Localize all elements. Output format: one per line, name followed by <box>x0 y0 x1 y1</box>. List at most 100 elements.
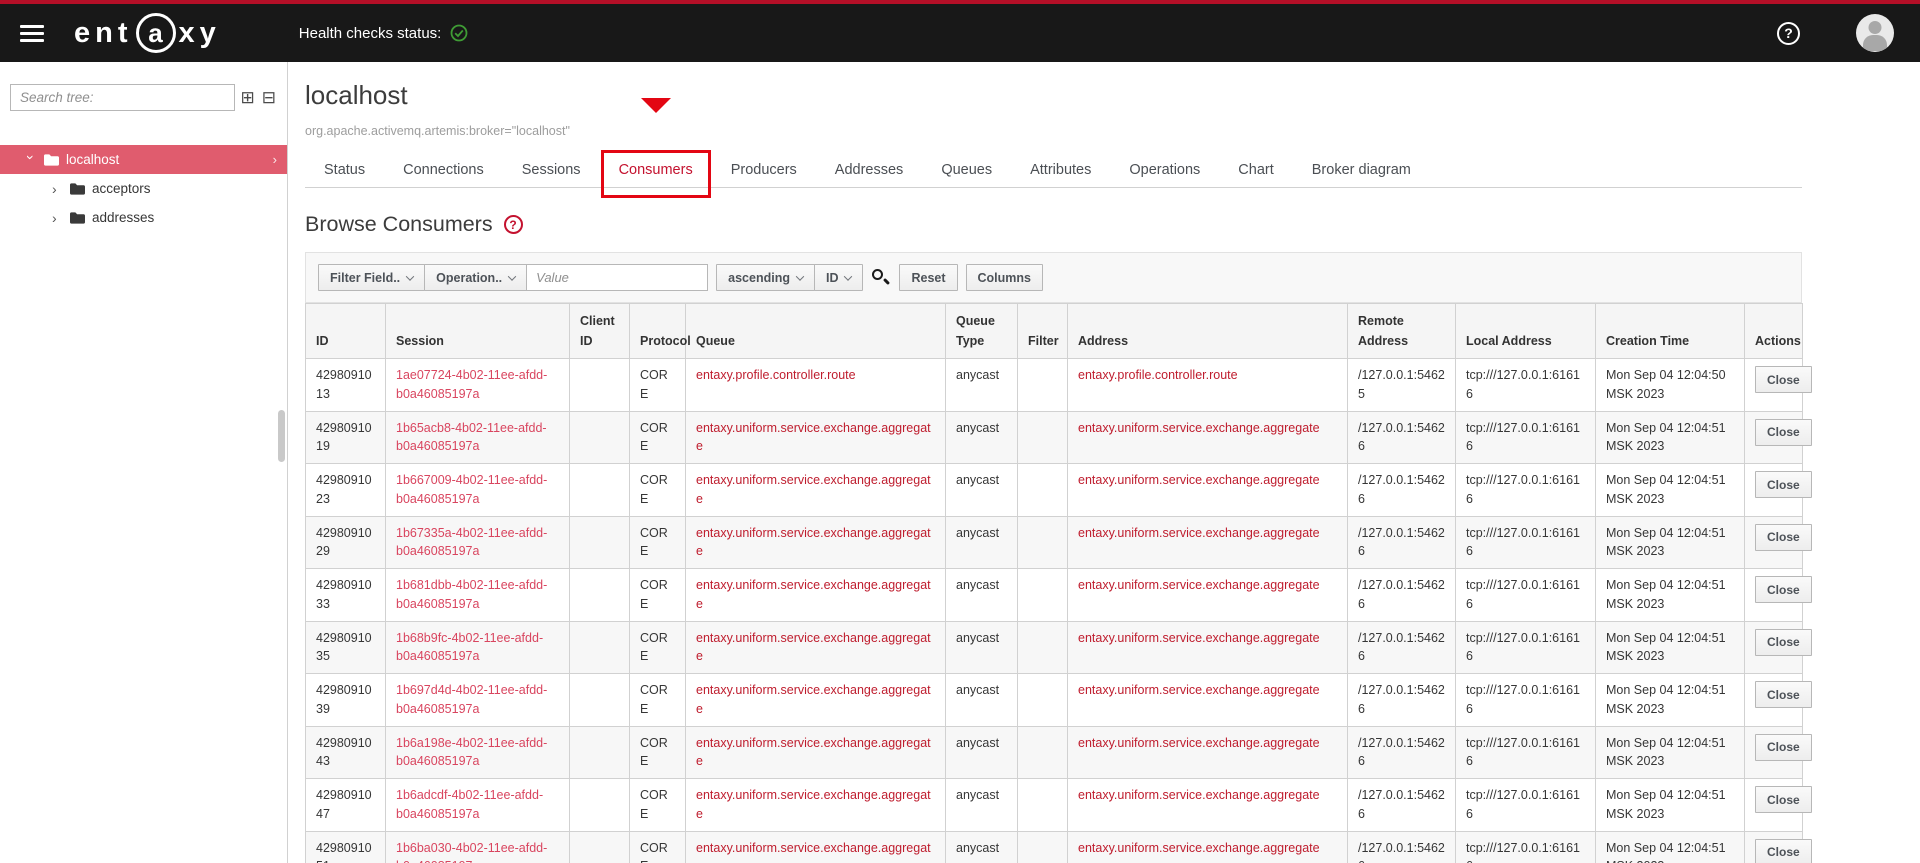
reset-button[interactable]: Reset <box>899 264 958 291</box>
address-link[interactable]: entaxy.uniform.service.exchange.aggregat… <box>1078 841 1320 855</box>
tree-node-acceptors[interactable]: › acceptors <box>0 174 287 203</box>
search-icon[interactable] <box>871 268 891 288</box>
section-help-icon[interactable]: ? <box>503 215 523 234</box>
cell-creation-time: Mon Sep 04 12:04:51 MSK 2023 <box>1595 620 1745 674</box>
close-button[interactable]: Close <box>1755 681 1812 708</box>
queue-link[interactable]: entaxy.uniform.service.exchange.aggregat… <box>696 421 931 454</box>
cell-id: 4298091019 <box>305 410 386 464</box>
tab-producers[interactable]: Producers <box>712 153 816 187</box>
address-link[interactable]: entaxy.uniform.service.exchange.aggregat… <box>1078 526 1320 540</box>
queue-link[interactable]: entaxy.uniform.service.exchange.aggregat… <box>696 683 931 716</box>
col-queue[interactable]: Queue <box>685 303 946 359</box>
tab-operations[interactable]: Operations <box>1110 153 1219 187</box>
address-link[interactable]: entaxy.uniform.service.exchange.aggregat… <box>1078 473 1320 487</box>
cell-filter <box>1017 620 1068 674</box>
queue-link[interactable]: entaxy.uniform.service.exchange.aggregat… <box>696 631 931 664</box>
cell-id: 4298091039 <box>305 673 386 727</box>
cell-id: 4298091013 <box>305 358 386 412</box>
tab-sessions[interactable]: Sessions <box>503 153 600 187</box>
logo-text-post: xy <box>178 16 221 49</box>
close-button[interactable]: Close <box>1755 786 1812 813</box>
col-address[interactable]: Address <box>1067 303 1348 359</box>
session-link[interactable]: 1b667009-4b02-11ee-afdd-b0a46085197a <box>396 473 547 506</box>
cell-address: entaxy.uniform.service.exchange.aggregat… <box>1067 410 1348 464</box>
address-link[interactable]: entaxy.profile.controller.route <box>1078 368 1238 382</box>
sort-order-dropdown[interactable]: ascending <box>716 264 815 291</box>
close-button[interactable]: Close <box>1755 418 1812 446</box>
cell-protocol: CORE <box>629 358 686 412</box>
col-client-id[interactable]: Client ID <box>569 303 630 359</box>
close-button[interactable]: Close <box>1755 628 1812 656</box>
queue-link[interactable]: entaxy.profile.controller.route <box>696 368 856 382</box>
sidebar-scrollbar[interactable] <box>278 410 285 462</box>
queue-link[interactable]: entaxy.uniform.service.exchange.aggregat… <box>696 473 931 506</box>
tab-connections[interactable]: Connections <box>384 153 503 187</box>
session-link[interactable]: 1b6adcdf-4b02-11ee-afdd-b0a46085197a <box>396 788 543 821</box>
tab-status[interactable]: Status <box>305 153 384 187</box>
address-link[interactable]: entaxy.uniform.service.exchange.aggregat… <box>1078 683 1320 697</box>
tree-node-addresses[interactable]: › addresses <box>0 203 287 232</box>
help-icon[interactable]: ? <box>1777 21 1800 45</box>
folder-icon <box>44 153 59 166</box>
col-creation-time[interactable]: Creation Time <box>1595 303 1745 359</box>
health-checks-status[interactable]: Health checks status: <box>299 24 469 42</box>
tree-node-localhost[interactable]: › localhost › <box>0 145 287 174</box>
tab-chart[interactable]: Chart <box>1219 153 1292 187</box>
cell-queue: entaxy.profile.controller.route <box>685 358 946 412</box>
address-link[interactable]: entaxy.uniform.service.exchange.aggregat… <box>1078 578 1320 592</box>
close-button[interactable]: Close <box>1755 366 1812 393</box>
user-avatar[interactable] <box>1856 14 1894 52</box>
session-link[interactable]: 1b697d4d-4b02-11ee-afdd-b0a46085197a <box>396 683 547 716</box>
search-tree-input[interactable] <box>10 84 235 111</box>
address-link[interactable]: entaxy.uniform.service.exchange.aggregat… <box>1078 736 1320 750</box>
session-link[interactable]: 1b67335a-4b02-11ee-afdd-b0a46085197a <box>396 526 547 559</box>
session-link[interactable]: 1b681dbb-4b02-11ee-afdd-b0a46085197a <box>396 578 547 611</box>
queue-link[interactable]: entaxy.uniform.service.exchange.aggregat… <box>696 578 931 611</box>
col-queue-type[interactable]: Queue Type <box>945 303 1018 359</box>
close-button[interactable]: Close <box>1755 576 1812 603</box>
session-link[interactable]: 1ae07724-4b02-11ee-afdd-b0a46085197a <box>396 368 547 401</box>
address-link[interactable]: entaxy.uniform.service.exchange.aggregat… <box>1078 788 1320 802</box>
columns-button[interactable]: Columns <box>965 264 1043 291</box>
tab-queues[interactable]: Queues <box>922 153 1011 187</box>
session-link[interactable]: 1b6a198e-4b02-11ee-afdd-b0a46085197a <box>396 736 547 769</box>
col-filter[interactable]: Filter <box>1017 303 1068 359</box>
tab-broker-diagram[interactable]: Broker diagram <box>1293 153 1430 187</box>
chevron-right-icon[interactable]: › <box>273 152 277 167</box>
close-button[interactable]: Close <box>1755 838 1812 863</box>
address-link[interactable]: entaxy.uniform.service.exchange.aggregat… <box>1078 631 1320 645</box>
queue-link[interactable]: entaxy.uniform.service.exchange.aggregat… <box>696 526 931 559</box>
queue-link[interactable]: entaxy.uniform.service.exchange.aggregat… <box>696 736 931 769</box>
cell-client-id <box>569 725 630 779</box>
queue-link[interactable]: entaxy.uniform.service.exchange.aggregat… <box>696 788 931 821</box>
close-button[interactable]: Close <box>1755 471 1812 498</box>
filter-value-input[interactable] <box>526 264 709 291</box>
col-session[interactable]: Session <box>385 303 570 359</box>
cell-remote-address: /127.0.0.1:54626 <box>1347 830 1456 863</box>
close-button[interactable]: Close <box>1755 733 1812 761</box>
tab-attributes[interactable]: Attributes <box>1011 153 1110 187</box>
address-link[interactable]: entaxy.uniform.service.exchange.aggregat… <box>1078 421 1320 435</box>
col-local-address[interactable]: Local Address <box>1455 303 1596 359</box>
queue-link[interactable]: entaxy.uniform.service.exchange.aggregat… <box>696 841 931 863</box>
session-link[interactable]: 1b65acb8-4b02-11ee-afdd-b0a46085197a <box>396 421 547 454</box>
col-id[interactable]: ID <box>305 303 386 359</box>
tab-addresses[interactable]: Addresses <box>816 153 923 187</box>
chevron-collapsed-icon[interactable]: › <box>52 210 62 226</box>
session-link[interactable]: 1b68b9fc-4b02-11ee-afdd-b0a46085197a <box>396 631 543 664</box>
expand-all-icon[interactable]: ⊞ <box>240 89 256 106</box>
filter-field-dropdown[interactable]: Filter Field.. <box>318 264 426 291</box>
sort-by-dropdown[interactable]: ID <box>813 264 864 291</box>
close-button[interactable]: Close <box>1755 523 1812 551</box>
col-remote-address[interactable]: Remote Address <box>1347 303 1456 359</box>
chevron-down-icon <box>844 271 853 281</box>
chevron-collapsed-icon[interactable]: › <box>52 181 62 197</box>
operation-dropdown[interactable]: Operation.. <box>424 264 528 291</box>
collapse-all-icon[interactable]: ⊟ <box>261 89 277 106</box>
hamburger-menu-icon[interactable] <box>20 21 44 46</box>
col-protocol[interactable]: Protocol <box>629 303 691 359</box>
tab-consumers[interactable]: Consumers <box>600 98 712 198</box>
chevron-expanded-icon[interactable]: › <box>23 155 39 165</box>
cell-queue: entaxy.uniform.service.exchange.aggregat… <box>685 515 946 569</box>
session-link[interactable]: 1b6ba030-4b02-11ee-afdd-b0a46085197a <box>396 841 547 863</box>
